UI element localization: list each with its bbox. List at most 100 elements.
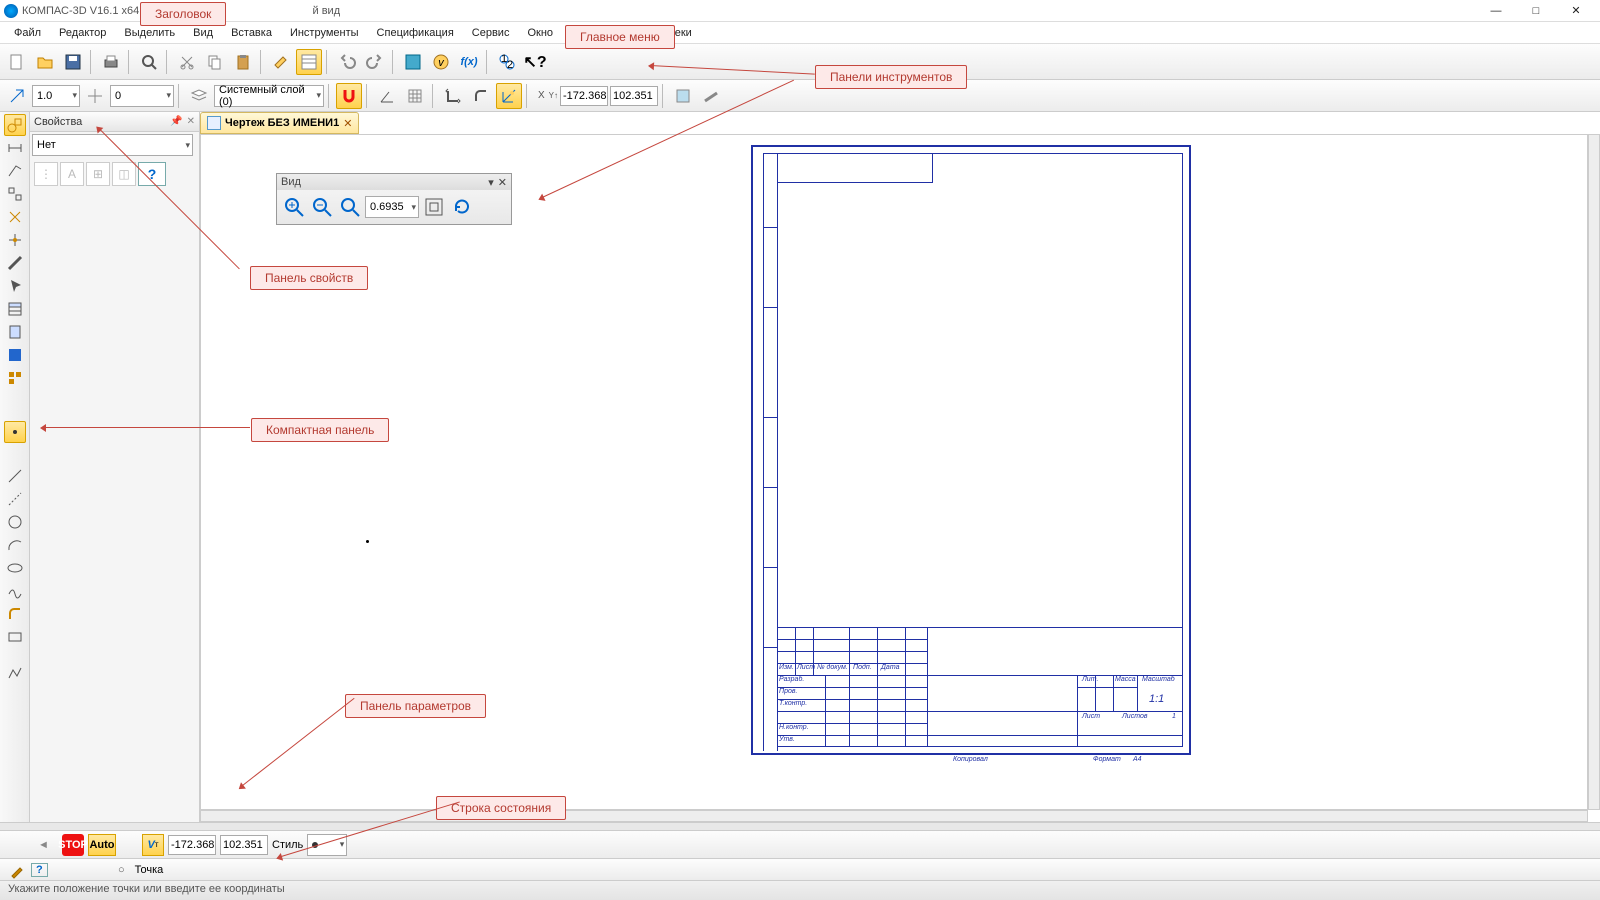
help-button[interactable]: 12	[494, 49, 520, 75]
shade-button[interactable]	[698, 83, 724, 109]
save-button[interactable]	[60, 49, 86, 75]
menu-window[interactable]: Окно	[519, 25, 561, 41]
notation-button[interactable]	[4, 160, 26, 182]
properties-button[interactable]	[296, 49, 322, 75]
close-button[interactable]: ✕	[1556, 1, 1596, 21]
angle-button[interactable]	[374, 83, 400, 109]
paint-button[interactable]	[268, 49, 294, 75]
views-button[interactable]	[4, 367, 26, 389]
menu-view[interactable]: Вид	[185, 25, 221, 41]
redo-button[interactable]	[362, 49, 388, 75]
spline-tool[interactable]	[4, 580, 26, 602]
paste-button[interactable]	[230, 49, 256, 75]
zoom-in-button[interactable]	[281, 194, 307, 220]
edit-button[interactable]	[4, 206, 26, 228]
local-cs-button[interactable]	[496, 83, 522, 109]
menu-insert[interactable]: Вставка	[223, 25, 280, 41]
coords-toggle[interactable]: Vт	[142, 834, 164, 856]
bottom-area: ◄ STOP Auto Vт -172.368 102.351 Стиль ? …	[0, 822, 1600, 900]
new-button[interactable]	[4, 49, 30, 75]
manager-button[interactable]	[400, 49, 426, 75]
function-button[interactable]: f(x)	[456, 49, 482, 75]
params-button[interactable]	[4, 229, 26, 251]
close-panel-button[interactable]: ✕	[187, 116, 195, 127]
preview-button[interactable]	[136, 49, 162, 75]
coord-x-field[interactable]: -172.368	[560, 86, 608, 106]
prev-button[interactable]: ◄	[38, 839, 58, 851]
fillet-tool[interactable]	[4, 603, 26, 625]
help-status-button[interactable]: ?	[30, 860, 49, 880]
point-tool[interactable]	[4, 421, 26, 443]
prop-text-icon[interactable]: A	[60, 162, 84, 186]
variables-button[interactable]: v	[428, 49, 454, 75]
build-button[interactable]	[4, 183, 26, 205]
zoom-fit-button[interactable]	[421, 194, 447, 220]
snap-button[interactable]	[4, 83, 30, 109]
app-logo-icon	[4, 4, 18, 18]
report-button[interactable]	[4, 321, 26, 343]
cut-button[interactable]	[174, 49, 200, 75]
maximize-button[interactable]: □	[1516, 1, 1556, 21]
vertical-scrollbar[interactable]	[1588, 134, 1600, 810]
view-panel-close-icon[interactable]: ✕	[498, 176, 507, 189]
document-tab[interactable]: Чертеж БЕЗ ИМЕНИ1 ✕	[200, 112, 359, 134]
prop-icon-1[interactable]: ⋮	[34, 162, 58, 186]
auto-button[interactable]: Auto	[88, 834, 116, 856]
dimension-button[interactable]	[4, 137, 26, 159]
rectangle-tool[interactable]	[4, 626, 26, 648]
spec-button[interactable]	[4, 298, 26, 320]
render-button[interactable]	[670, 83, 696, 109]
coord-y-field[interactable]: 102.351	[610, 86, 658, 106]
menu-edit[interactable]: Редактор	[51, 25, 114, 41]
menu-select[interactable]: Выделить	[116, 25, 183, 41]
zoom-value-dropdown[interactable]: 0.6935	[365, 196, 419, 218]
prop-icon-4[interactable]: ◫	[112, 162, 136, 186]
app-title: КОМПАС-3D V16.1 x64 - Ч й вид	[22, 5, 1476, 17]
magnet-button[interactable]	[336, 83, 362, 109]
arc-tool[interactable]	[4, 534, 26, 556]
refresh-button[interactable]	[449, 194, 475, 220]
prop-icon-3[interactable]: ⊞	[86, 162, 110, 186]
geometry-button[interactable]	[4, 114, 26, 136]
brush-icon[interactable]	[8, 860, 28, 880]
menu-spec[interactable]: Спецификация	[369, 25, 462, 41]
line-tool[interactable]	[4, 465, 26, 487]
layer-dropdown[interactable]: Системный слой (0)	[214, 85, 324, 107]
callout-params: Панель параметров	[345, 694, 486, 718]
tab-close-button[interactable]: ✕	[343, 117, 352, 130]
properties-dropdown[interactable]: Нет	[32, 134, 193, 156]
undo-button[interactable]	[334, 49, 360, 75]
layers-icon[interactable]	[186, 83, 212, 109]
grid-button[interactable]	[402, 83, 428, 109]
copy-button[interactable]	[202, 49, 228, 75]
properties-panel: Свойства 📌 ✕ Нет ⋮ A ⊞ ◫ ?	[30, 112, 200, 822]
minimize-button[interactable]: —	[1476, 1, 1516, 21]
origin-button[interactable]	[82, 83, 108, 109]
param-x-field[interactable]: -172.368	[168, 835, 216, 855]
menu-file[interactable]: Файл	[6, 25, 49, 41]
aux-line-tool[interactable]	[4, 488, 26, 510]
pin-icon[interactable]: 📌	[170, 116, 182, 127]
circle-tool[interactable]	[4, 511, 26, 533]
ortho-button[interactable]	[440, 83, 466, 109]
offset-dropdown[interactable]: 0	[110, 85, 174, 107]
scale-dropdown[interactable]: 1.0	[32, 85, 80, 107]
zoom-out-button[interactable]	[309, 194, 335, 220]
menu-service[interactable]: Сервис	[464, 25, 518, 41]
polyline-tool[interactable]	[4, 662, 26, 684]
menu-tools[interactable]: Инструменты	[282, 25, 367, 41]
stop-button[interactable]: STOP	[62, 834, 84, 856]
insert-button[interactable]	[4, 344, 26, 366]
whats-this-button[interactable]: ↖?	[522, 49, 548, 75]
hint-bar: Укажите положение точки или введите ее к…	[0, 880, 1600, 900]
zoom-window-button[interactable]	[337, 194, 363, 220]
round-button[interactable]	[468, 83, 494, 109]
view-panel-dropdown-icon[interactable]: ▾	[488, 176, 494, 189]
view-floating-panel[interactable]: Вид ▾ ✕ 0.6935	[276, 173, 512, 225]
ellipse-tool[interactable]	[4, 557, 26, 579]
select-button[interactable]	[4, 275, 26, 297]
open-button[interactable]	[32, 49, 58, 75]
print-button[interactable]	[98, 49, 124, 75]
measure-button[interactable]	[4, 252, 26, 274]
param-y-field[interactable]: 102.351	[220, 835, 268, 855]
